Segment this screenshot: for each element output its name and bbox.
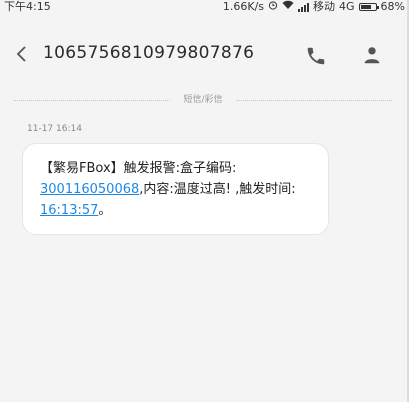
message-timestamp: 11-17 16:14: [27, 124, 82, 134]
contact-icon[interactable]: [361, 44, 383, 66]
status-icons: 1.66K/s 移动 4G 68%: [223, 0, 405, 14]
channel-divider: 短信/彩信: [14, 94, 392, 106]
status-time: 下午4:15: [4, 0, 51, 13]
message-bubble[interactable]: 【繁易FBox】触发报警:盒子编码: 300116050068,内容:温度过高! …: [22, 143, 329, 235]
trigger-time-link[interactable]: 16:13:57: [40, 203, 98, 218]
message-part-1: 【繁易FBox】触发报警:盒子编码:: [40, 161, 237, 176]
back-icon[interactable]: [14, 44, 30, 64]
status-bar: 下午4:15 1.66K/s 移动 4G 68%: [0, 0, 409, 14]
message-text: 【繁易FBox】触发报警:盒子编码: 300116050068,内容:温度过高! …: [40, 158, 320, 221]
battery-icon: [358, 3, 379, 11]
message-part-2: ,内容:温度过高! ,触发时间:: [139, 182, 296, 197]
carrier-name: 移动: [313, 0, 336, 13]
network-type: 4G: [339, 0, 355, 13]
battery-percent: 68%: [380, 0, 405, 13]
box-code-link[interactable]: 300116050068: [40, 182, 139, 197]
signal-icon: [298, 2, 310, 12]
contact-number-title: 1065756810979807876: [43, 43, 255, 63]
network-speed: 1.66K/s: [222, 0, 265, 13]
message-part-3: 。: [98, 203, 112, 218]
phone-icon[interactable]: [305, 45, 327, 67]
wifi-icon: [282, 0, 294, 14]
conversation-header: 1065756810979807876: [0, 30, 409, 78]
alarm-icon: [268, 0, 278, 14]
divider-line: [236, 100, 392, 101]
